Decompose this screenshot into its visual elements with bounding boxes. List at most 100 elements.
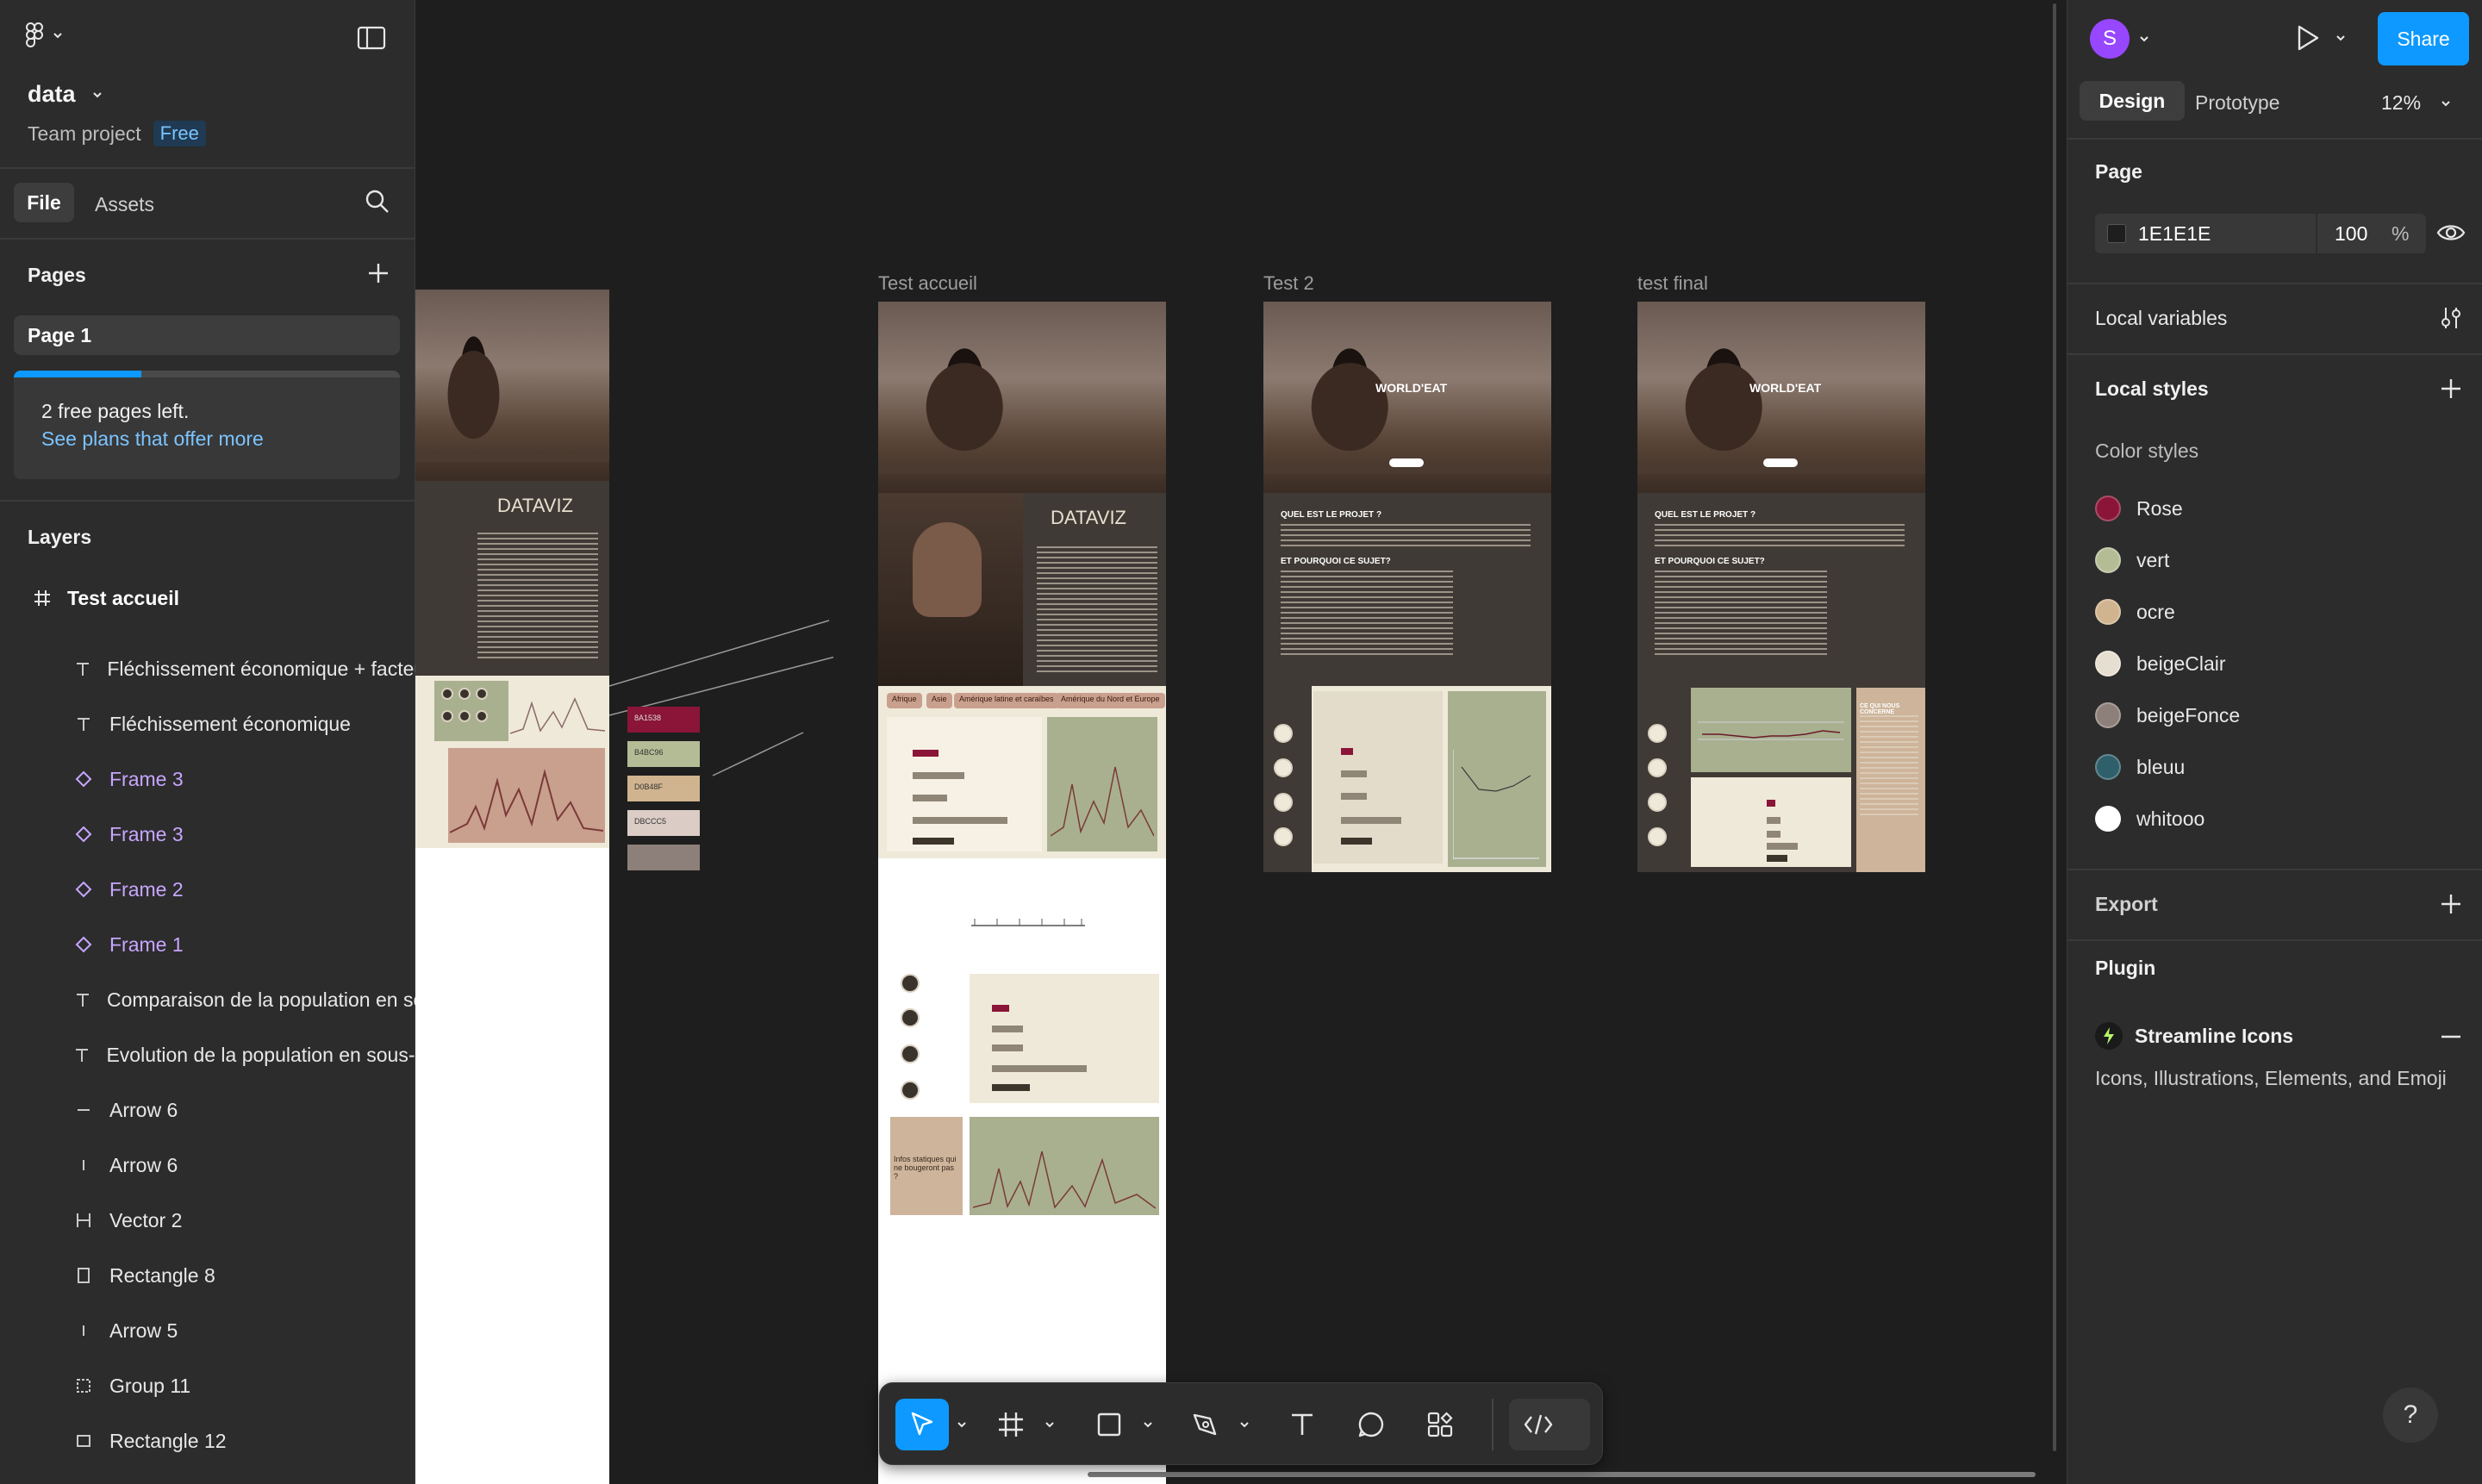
variables-button[interactable] (2438, 305, 2464, 331)
palette-swatch[interactable] (627, 845, 700, 870)
toggle-sidebar-button[interactable] (357, 26, 386, 50)
avatar: S (2090, 19, 2130, 59)
line-vertical-icon (83, 1325, 84, 1336)
palette-swatch[interactable]: D0B48F (627, 776, 700, 801)
vertical-scrollbar[interactable] (2049, 0, 2061, 1484)
tab-file[interactable]: File (14, 183, 74, 222)
tab-design[interactable]: Design (2080, 81, 2185, 121)
search-button[interactable] (364, 188, 391, 215)
upsell-link[interactable]: See plans that offer more (41, 427, 264, 451)
file-name-button[interactable]: data (28, 81, 103, 108)
local-styles-title: Local styles (2095, 377, 2209, 400)
layer-root[interactable]: Test accueil (0, 571, 415, 626)
frame-icon (34, 590, 50, 606)
palette-swatch[interactable]: DBCCC5 (627, 810, 700, 836)
visibility-toggle[interactable] (2436, 221, 2466, 245)
layer-item[interactable]: Frame 2 (0, 862, 415, 917)
frame-tool-menu[interactable] (1040, 1399, 1059, 1450)
frame-test-2[interactable]: WORLD'EAT QUEL EST LE PROJET ? ET POURQU… (1263, 302, 1551, 872)
frame-label-test2[interactable]: Test 2 (1263, 272, 1314, 295)
layer-item[interactable]: Arrow 6 (0, 1138, 415, 1193)
move-tool-button[interactable] (895, 1399, 949, 1450)
page-opacity-value[interactable]: 100 (2335, 222, 2367, 246)
project-name[interactable]: Team project (28, 122, 141, 146)
color-style-item[interactable]: beigeFonce (2095, 696, 2240, 734)
layer-item[interactable]: Fléchissement économique (0, 696, 415, 751)
layer-item[interactable]: Fléchissement économique + facteurs (0, 641, 415, 696)
layer-item[interactable]: Frame 3 (0, 807, 415, 862)
layer-item[interactable]: Arrow 5 (0, 1303, 415, 1358)
chevron-down-icon (1240, 1422, 1249, 1428)
layer-item[interactable]: Rectangle 8 (0, 1248, 415, 1303)
tab-prototype[interactable]: Prototype (2195, 91, 2279, 115)
present-button[interactable] (2295, 24, 2347, 52)
move-tool-menu[interactable] (952, 1399, 971, 1450)
page-section-title: Page (2095, 160, 2142, 183)
text-tool-button[interactable] (1278, 1399, 1326, 1450)
color-swatch (2095, 651, 2121, 677)
frame-test-accueil[interactable]: DATAVIZ Afrique Asie Amérique latine et … (878, 302, 1166, 1484)
color-style-item[interactable]: beigeClair (2095, 645, 2226, 683)
add-export-button[interactable] (2438, 891, 2464, 917)
shape-tool-button[interactable] (1085, 1399, 1133, 1450)
frame-label-final[interactable]: test final (1637, 272, 1708, 295)
figma-logo-icon (26, 22, 43, 47)
plugin-description: Icons, Illustrations, Elements, and Emoj… (2095, 1067, 2447, 1089)
zoom-control[interactable]: 12% (2381, 91, 2452, 115)
layer-item[interactable]: Vector 2 (0, 1193, 415, 1248)
page-color-value: 1E1E1E (2138, 222, 2211, 245)
layer-item[interactable]: Evolution de la population en sous-alim (0, 1027, 415, 1082)
remove-plugin-button[interactable] (2438, 1024, 2464, 1050)
color-swatch (2095, 754, 2121, 780)
shape-tool-menu[interactable] (1138, 1399, 1157, 1450)
layer-item[interactable]: Frame 3 (0, 751, 415, 807)
comment-tool-button[interactable] (1347, 1399, 1395, 1450)
palette-swatch[interactable]: B4BC96 (627, 741, 700, 767)
help-button[interactable]: ? (2383, 1387, 2438, 1443)
right-panel: S Share Design Prototype 12% Page 1E1E1E… (2067, 0, 2482, 1484)
dataviz-text (477, 533, 598, 662)
canvas[interactable]: DATAVIZ 8A1538 B4BC96 D0B48F DBCCC5 Test… (415, 0, 2067, 1484)
user-menu[interactable]: S (2090, 19, 2150, 59)
actions-tool-button[interactable] (1416, 1399, 1464, 1450)
page-color-field[interactable]: 1E1E1E 100 % (2095, 214, 2426, 253)
help-label: ? (2403, 1400, 2418, 1429)
frame-label-accueil[interactable]: Test accueil (878, 272, 977, 295)
add-style-button[interactable] (2438, 376, 2464, 402)
line-chart (450, 769, 603, 833)
layer-item[interactable]: Comparaison de la population en sous (0, 972, 415, 1027)
frame-partial-left[interactable]: DATAVIZ (415, 290, 609, 1484)
page-item-label: Page 1 (28, 323, 92, 346)
pen-tool-menu[interactable] (1235, 1399, 1254, 1450)
tab-assets[interactable]: Assets (95, 193, 154, 216)
horizontal-scrollbar[interactable] (1088, 1470, 2036, 1479)
palette-swatch[interactable]: 8A1538 (627, 707, 700, 733)
layer-item[interactable]: Group 11 (0, 1358, 415, 1413)
color-style-item[interactable]: bleuu (2095, 748, 2185, 786)
chevron-down-icon (2140, 36, 2148, 42)
color-style-item[interactable]: whitooo (2095, 800, 2204, 838)
add-page-button[interactable] (365, 260, 391, 286)
frame-test-final[interactable]: WORLD'EAT QUEL EST LE PROJET ? ET POURQU… (1637, 302, 1925, 872)
page-item-page-1[interactable]: Page 1 (14, 315, 400, 355)
color-style-item[interactable]: vert (2095, 541, 2169, 579)
vector-icon (77, 1213, 90, 1227)
color-style-item[interactable]: ocre (2095, 593, 2175, 631)
frame-tool-button[interactable] (987, 1399, 1035, 1450)
dataviz-title: DATAVIZ (497, 495, 573, 516)
layer-item[interactable]: Arrow 6 (0, 1082, 415, 1138)
share-button[interactable]: Share (2378, 12, 2469, 65)
layer-item[interactable]: Frame 1 (0, 917, 415, 972)
plus-icon (2441, 379, 2460, 398)
main-menu-button[interactable] (26, 22, 64, 48)
layer-item[interactable]: Rectangle 12 (0, 1413, 415, 1468)
pen-tool-button[interactable] (1182, 1399, 1230, 1450)
chevron-down-icon (92, 91, 102, 97)
color-swatch (2095, 599, 2121, 625)
plugin-item[interactable]: Streamline Icons (2095, 1022, 2293, 1050)
actions-icon (1427, 1412, 1453, 1437)
dev-mode-toggle[interactable] (1509, 1399, 1590, 1450)
local-variables-label[interactable]: Local variables (2095, 307, 2227, 330)
color-style-item[interactable]: Rose (2095, 489, 2183, 527)
chevron-down-icon (53, 33, 62, 39)
